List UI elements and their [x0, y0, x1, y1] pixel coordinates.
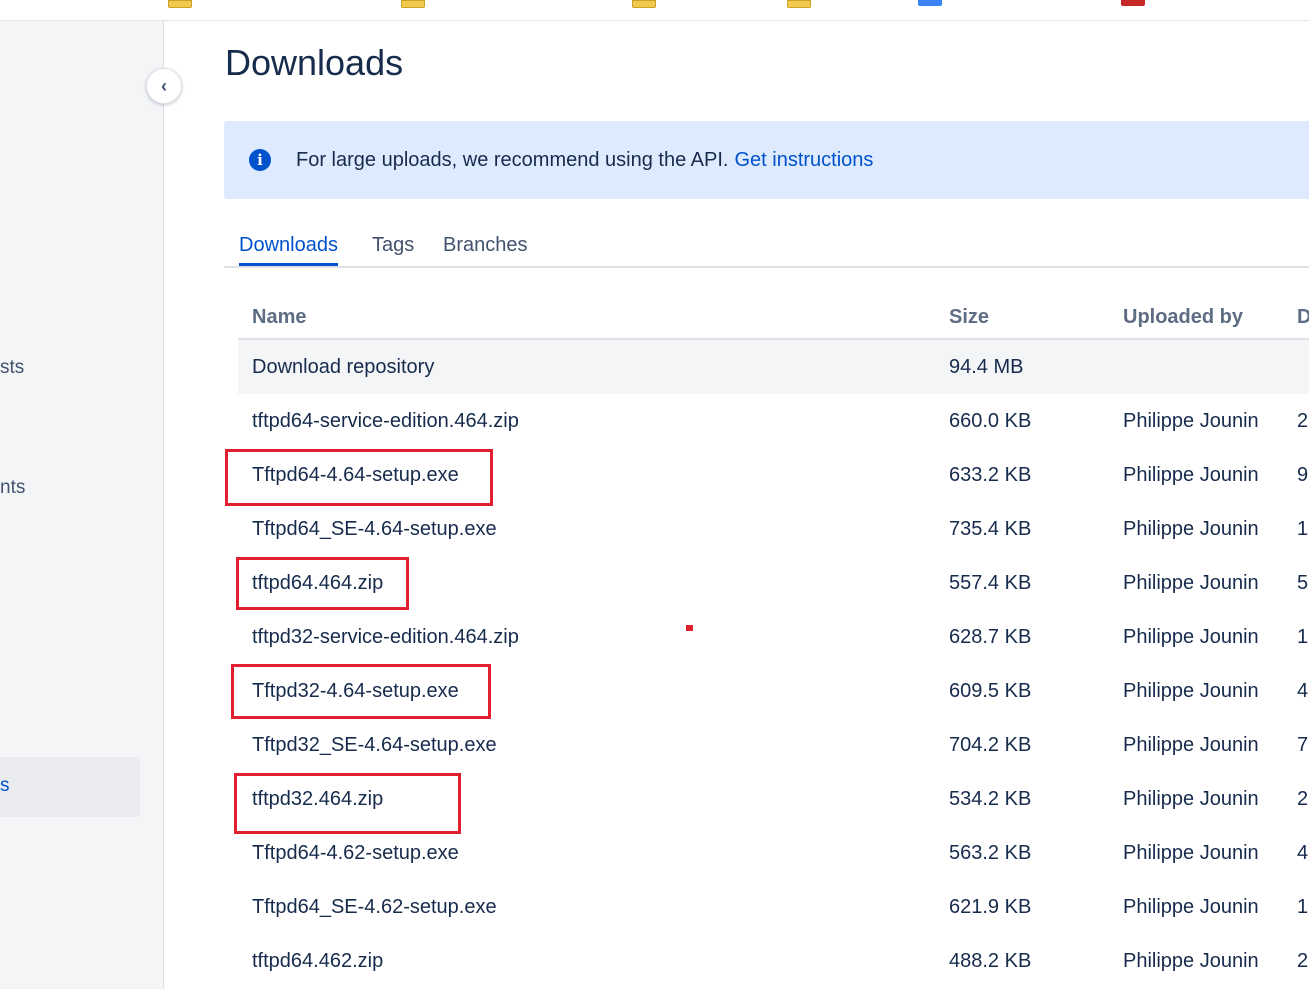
file-size: 621.9 KB: [949, 896, 1032, 918]
file-size: 534.2 KB: [949, 788, 1032, 810]
table-row[interactable]: Tftpd32_SE-4.64-setup.exe 704.2 KB Philipp…: [238, 718, 1309, 772]
downloads-table: Name Size Uploaded by D Download reposit…: [238, 298, 1309, 988]
uploader-name: Philippe Jounin: [1123, 680, 1259, 702]
bookmark-folder-icon[interactable]: [401, 0, 425, 8]
uploader-name: Philippe Jounin: [1123, 788, 1259, 810]
uploader-name: Philippe Jounin: [1123, 626, 1259, 648]
chevron-left-icon: ‹: [161, 75, 167, 96]
upload-date: 4: [1297, 842, 1309, 864]
breadcrumb: [226, 12, 646, 22]
column-header-date[interactable]: D: [1297, 306, 1309, 329]
table-row[interactable]: tftpd64.462.zip 488.2 KB Philippe Jounin 2: [238, 934, 1309, 988]
collapse-sidebar-button[interactable]: ‹: [146, 68, 182, 104]
banner-message: For large uploads, we recommend using th…: [296, 149, 873, 172]
file-size: 557.4 KB: [949, 572, 1032, 594]
file-size: 704.2 KB: [949, 734, 1032, 756]
column-header-size[interactable]: Size: [949, 306, 989, 329]
sidebar: sts nts s: [0, 21, 164, 989]
file-name-link[interactable]: tftpd32-service-edition.464.zip: [252, 626, 519, 649]
page-title: Downloads: [225, 42, 404, 83]
column-header-name[interactable]: Name: [252, 306, 306, 329]
bookmarks-bar: [0, 0, 1309, 21]
file-size: 735.4 KB: [949, 518, 1032, 540]
upload-date: 2: [1297, 950, 1309, 972]
get-instructions-link[interactable]: Get instructions: [734, 149, 873, 171]
annotation-box: [225, 449, 493, 506]
tab-branches[interactable]: Branches: [443, 234, 528, 263]
table-row[interactable]: tftpd64-service-edition.464.zip 660.0 KB P…: [238, 394, 1309, 448]
upload-date: 1: [1297, 896, 1309, 918]
table-header: Name Size Uploaded by D: [238, 298, 1309, 340]
uploader-name: Philippe Jounin: [1123, 842, 1259, 864]
file-size: 628.7 KB: [949, 626, 1032, 648]
bookmark-folder-icon[interactable]: [632, 0, 656, 8]
file-size: 563.2 KB: [949, 842, 1032, 864]
sidebar-item[interactable]: sts: [0, 357, 24, 379]
uploader-name: Philippe Jounin: [1123, 518, 1259, 540]
upload-date: 4: [1297, 680, 1309, 702]
info-banner: i For large uploads, we recommend using …: [224, 121, 1309, 199]
file-size: 609.5 KB: [949, 680, 1032, 702]
upload-date: 2: [1297, 788, 1309, 810]
file-name-link[interactable]: tftpd64-service-edition.464.zip: [252, 410, 519, 433]
table-row[interactable]: tftpd32-service-edition.464.zip 628.7 KB P…: [238, 610, 1309, 664]
file-name-link[interactable]: Tftpd32_SE-4.64-setup.exe: [252, 734, 497, 757]
annotation-dot: [686, 625, 693, 631]
file-name-link[interactable]: Tftpd64_SE-4.64-setup.exe: [252, 518, 497, 541]
file-size: 94.4 MB: [949, 356, 1024, 378]
uploader-name: Philippe Jounin: [1123, 896, 1259, 918]
banner-text: For large uploads, we recommend using th…: [296, 149, 729, 171]
uploader-name: Philippe Jounin: [1123, 950, 1259, 972]
file-name-link[interactable]: tftpd64.462.zip: [252, 950, 383, 973]
table-row[interactable]: Tftpd64_SE-4.62-setup.exe 621.9 KB Philipp…: [238, 880, 1309, 934]
table-row[interactable]: Tftpd64_SE-4.64-setup.exe 735.4 KB Philipp…: [238, 502, 1309, 556]
sidebar-item-label: sts: [0, 357, 25, 378]
tab-bar: Downloads Tags Branches: [224, 232, 1309, 268]
bookmark-folder-icon[interactable]: [787, 0, 811, 8]
uploader-name: Philippe Jounin: [1123, 734, 1259, 756]
file-name-link[interactable]: Tftpd64_SE-4.62-setup.exe: [252, 896, 497, 919]
annotation-box: [234, 773, 461, 834]
file-size: 488.2 KB: [949, 950, 1032, 972]
uploader-name: Philippe Jounin: [1123, 464, 1259, 486]
info-icon: i: [249, 149, 271, 171]
upload-date: 1: [1297, 626, 1309, 648]
annotation-box: [231, 664, 491, 719]
file-size: 633.2 KB: [949, 464, 1032, 486]
upload-date: 9: [1297, 464, 1309, 486]
uploader-name: Philippe Jounin: [1123, 410, 1259, 432]
sidebar-item-label: s: [0, 775, 10, 796]
annotation-box: [236, 557, 409, 610]
tab-tags[interactable]: Tags: [372, 234, 414, 263]
file-name-link[interactable]: Download repository: [252, 356, 434, 379]
download-repository-row[interactable]: Download repository 94.4 MB: [238, 340, 1309, 394]
sidebar-item-downloads[interactable]: s: [0, 757, 140, 817]
file-size: 660.0 KB: [949, 410, 1032, 432]
table-row[interactable]: Tftpd64-4.62-setup.exe 563.2 KB Philippe J…: [238, 826, 1309, 880]
bookmark-app-icon[interactable]: [918, 0, 942, 6]
upload-date: 7: [1297, 734, 1309, 756]
bookmark-app-icon[interactable]: [1121, 0, 1145, 6]
upload-date: 5: [1297, 572, 1309, 594]
sidebar-item[interactable]: nts: [0, 477, 25, 499]
bookmark-folder-icon[interactable]: [168, 0, 192, 8]
tab-downloads[interactable]: Downloads: [239, 234, 338, 266]
file-name-link[interactable]: Tftpd64-4.62-setup.exe: [252, 842, 459, 865]
upload-date: 2: [1297, 410, 1309, 432]
column-header-uploaded-by[interactable]: Uploaded by: [1123, 306, 1243, 329]
uploader-name: Philippe Jounin: [1123, 572, 1259, 594]
upload-date: 1: [1297, 518, 1309, 540]
sidebar-item-label: nts: [0, 477, 26, 498]
